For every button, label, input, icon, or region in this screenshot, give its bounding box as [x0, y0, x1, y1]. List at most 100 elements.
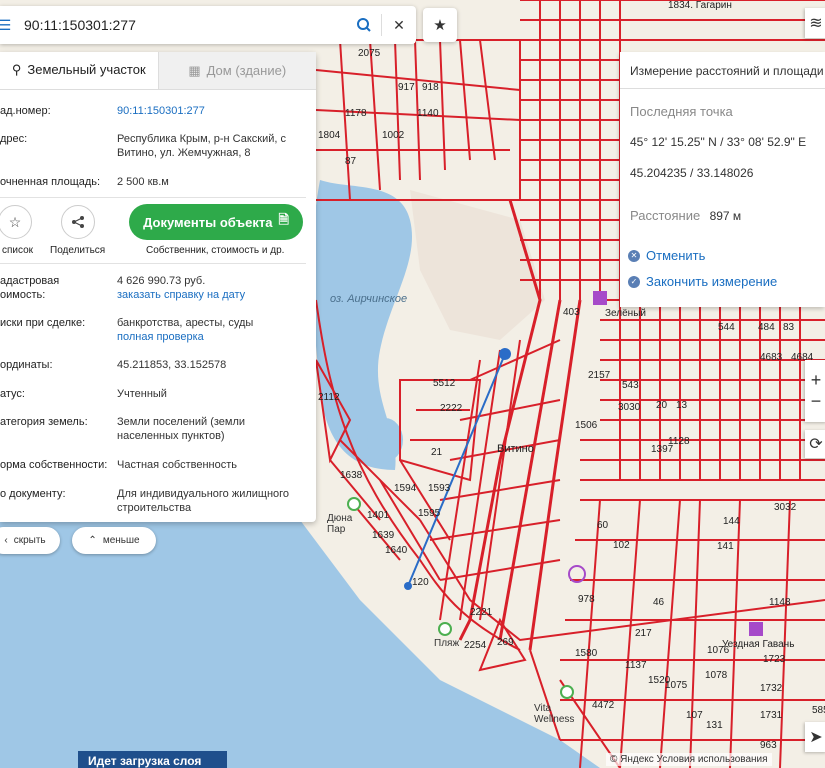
zoom-in-button[interactable]: +: [811, 370, 822, 391]
parcel-number-label[interactable]: 917: [398, 82, 415, 93]
parcel-number-label[interactable]: 1723: [763, 654, 785, 665]
location-pin-icon: ⚲: [11, 61, 22, 77]
parcel-number-label[interactable]: 20: [656, 400, 667, 411]
parcel-number-label[interactable]: 1731: [760, 710, 782, 721]
parcel-number-label[interactable]: 269: [497, 637, 514, 648]
object-documents-button[interactable]: Документы объекта 🗎: [129, 204, 303, 240]
parcel-number-label[interactable]: 1128: [668, 436, 690, 447]
parcel-number-label[interactable]: 1732: [760, 683, 782, 694]
parcel-number-label[interactable]: 543: [622, 380, 639, 391]
full-check-link[interactable]: полная проверка: [117, 330, 307, 344]
parcel-number-label[interactable]: 1137: [625, 660, 647, 671]
parcel-number-label[interactable]: 46: [653, 597, 664, 608]
parcel-number-label[interactable]: 102: [613, 540, 630, 551]
measure-title: Измерение расстояний и площади: [630, 64, 824, 78]
cadastral-number-value[interactable]: 90:11:150301:277: [117, 104, 307, 118]
parcel-number-label[interactable]: 120: [412, 577, 429, 588]
search-icon[interactable]: [347, 6, 381, 44]
map-copyright[interactable]: © Яндекс Условия использования: [606, 753, 772, 766]
parcel-number-label[interactable]: 1002: [382, 130, 404, 141]
last-point-label: Последняя точка: [630, 104, 733, 119]
cancel-measure-button[interactable]: ✕ Отменить: [628, 248, 705, 263]
parcel-number-label[interactable]: 1639: [372, 530, 394, 541]
cadastral-value: 4 626 990.73 руб.: [117, 275, 206, 287]
parcel-number-label[interactable]: 107: [686, 710, 703, 721]
show-less-button[interactable]: ⌃ меньше: [72, 527, 156, 554]
parcel-number-label[interactable]: 484: [758, 322, 775, 333]
share-button[interactable]: [61, 205, 95, 239]
parcel-number-label[interactable]: 21: [431, 447, 442, 458]
parcel-number-label[interactable]: 1078: [705, 670, 727, 681]
parcel-number-label[interactable]: 2075: [358, 48, 380, 59]
parcel-number-label[interactable]: 5512: [433, 378, 455, 389]
parcel-number-label[interactable]: 1640: [385, 545, 407, 556]
parcel-number-label[interactable]: 1595: [418, 508, 440, 519]
parcel-number-label[interactable]: 1638: [340, 470, 362, 481]
parcel-number-label[interactable]: 544: [718, 322, 735, 333]
clear-icon[interactable]: ✕: [382, 6, 416, 44]
parcel-number-label[interactable]: 2112: [318, 392, 340, 403]
parcel-number-label[interactable]: 963: [760, 740, 777, 751]
search-input[interactable]: 90:11:150301:277: [10, 17, 347, 33]
parcel-number-label[interactable]: 1593: [428, 483, 450, 494]
parcel-number-label[interactable]: 4472: [592, 700, 614, 711]
finish-measure-button[interactable]: ✓ Закончить измерение: [628, 274, 777, 289]
lake-label: оз. Аирчинское: [330, 293, 408, 305]
parcel-number-label[interactable]: 2254: [464, 640, 486, 651]
parcel-number-label[interactable]: 1076: [707, 645, 729, 656]
parcel-number-label[interactable]: 87: [345, 156, 356, 167]
parcel-number-label[interactable]: 403: [563, 307, 580, 318]
parcel-number-label[interactable]: 3032: [774, 502, 796, 513]
parcel-number-label[interactable]: 13: [676, 400, 687, 411]
tab-land-plot[interactable]: ⚲ Земельный участок: [0, 52, 158, 89]
layers-icon[interactable]: ≋: [805, 8, 825, 38]
parcel-number-label[interactable]: 918: [422, 82, 439, 93]
poi-vita[interactable]: Vita Wellness: [534, 685, 574, 725]
distance-row: Расстояние 897 м: [630, 208, 741, 223]
poi-beach-label: Пляж: [434, 638, 460, 649]
parcel-number-label[interactable]: 1506: [575, 420, 597, 431]
less-label: меньше: [102, 535, 140, 546]
poi-duna[interactable]: Дюна Пар: [327, 497, 361, 535]
parcel-number-label[interactable]: 1594: [394, 483, 416, 494]
hide-label: скрыть: [13, 535, 46, 546]
poi-beach[interactable]: Пляж: [434, 622, 459, 649]
status-value: Учтенный: [117, 388, 167, 400]
geolocation-icon[interactable]: ➤: [805, 722, 825, 752]
parcel-number-label[interactable]: 2222: [440, 403, 462, 414]
parcel-number-label[interactable]: 1401: [367, 510, 389, 521]
poi-duna-label: Дюна Пар: [327, 513, 353, 535]
parcel-number-label[interactable]: 2157: [588, 370, 610, 381]
parcel-number-label[interactable]: 3030: [618, 402, 640, 413]
parcel-number-label[interactable]: 1804: [318, 130, 340, 141]
parcel-number-label[interactable]: 4683: [760, 352, 782, 363]
parcel-number-label[interactable]: 1075: [665, 680, 687, 691]
parcel-number-label[interactable]: 1178: [345, 108, 367, 119]
zoom-out-button[interactable]: −: [811, 391, 822, 412]
favorite-icon[interactable]: ★: [423, 8, 457, 42]
divider: [0, 263, 306, 264]
parcel-number-label[interactable]: 2221: [470, 607, 492, 618]
coordinates-value: 45.211853, 33.152578: [117, 359, 227, 371]
hide-panel-button[interactable]: ‹ скрыть: [0, 527, 60, 554]
add-to-list-label: список: [2, 245, 34, 256]
row-label: атус:: [0, 388, 25, 400]
parcel-number-label[interactable]: 585: [812, 705, 825, 716]
parcel-number-label[interactable]: 978: [578, 594, 595, 605]
parcel-number-label[interactable]: 131: [706, 720, 723, 731]
order-certificate-link[interactable]: заказать справку на дату: [117, 288, 307, 302]
parcel-number-label[interactable]: 1140: [417, 108, 439, 119]
tab-building[interactable]: ▦ Дом (здание): [157, 52, 316, 89]
row-label: о документу:: [0, 488, 66, 500]
parcel-number-label[interactable]: 141: [717, 541, 734, 552]
parcel-number-label[interactable]: 83: [783, 322, 794, 333]
add-to-list-button[interactable]: ☆: [0, 205, 32, 239]
parcel-number-label[interactable]: 60: [597, 520, 608, 531]
parcel-number-label[interactable]: 217: [635, 628, 652, 639]
wellness-pin-icon: [560, 685, 574, 699]
menu-icon[interactable]: ☰: [0, 6, 11, 44]
parcel-number-label[interactable]: 1580: [575, 648, 597, 659]
risks-value: банкротства, аресты, суды: [117, 317, 254, 329]
parcel-number-label[interactable]: 144: [723, 516, 740, 527]
parcel-number-label[interactable]: 1148: [769, 597, 791, 608]
